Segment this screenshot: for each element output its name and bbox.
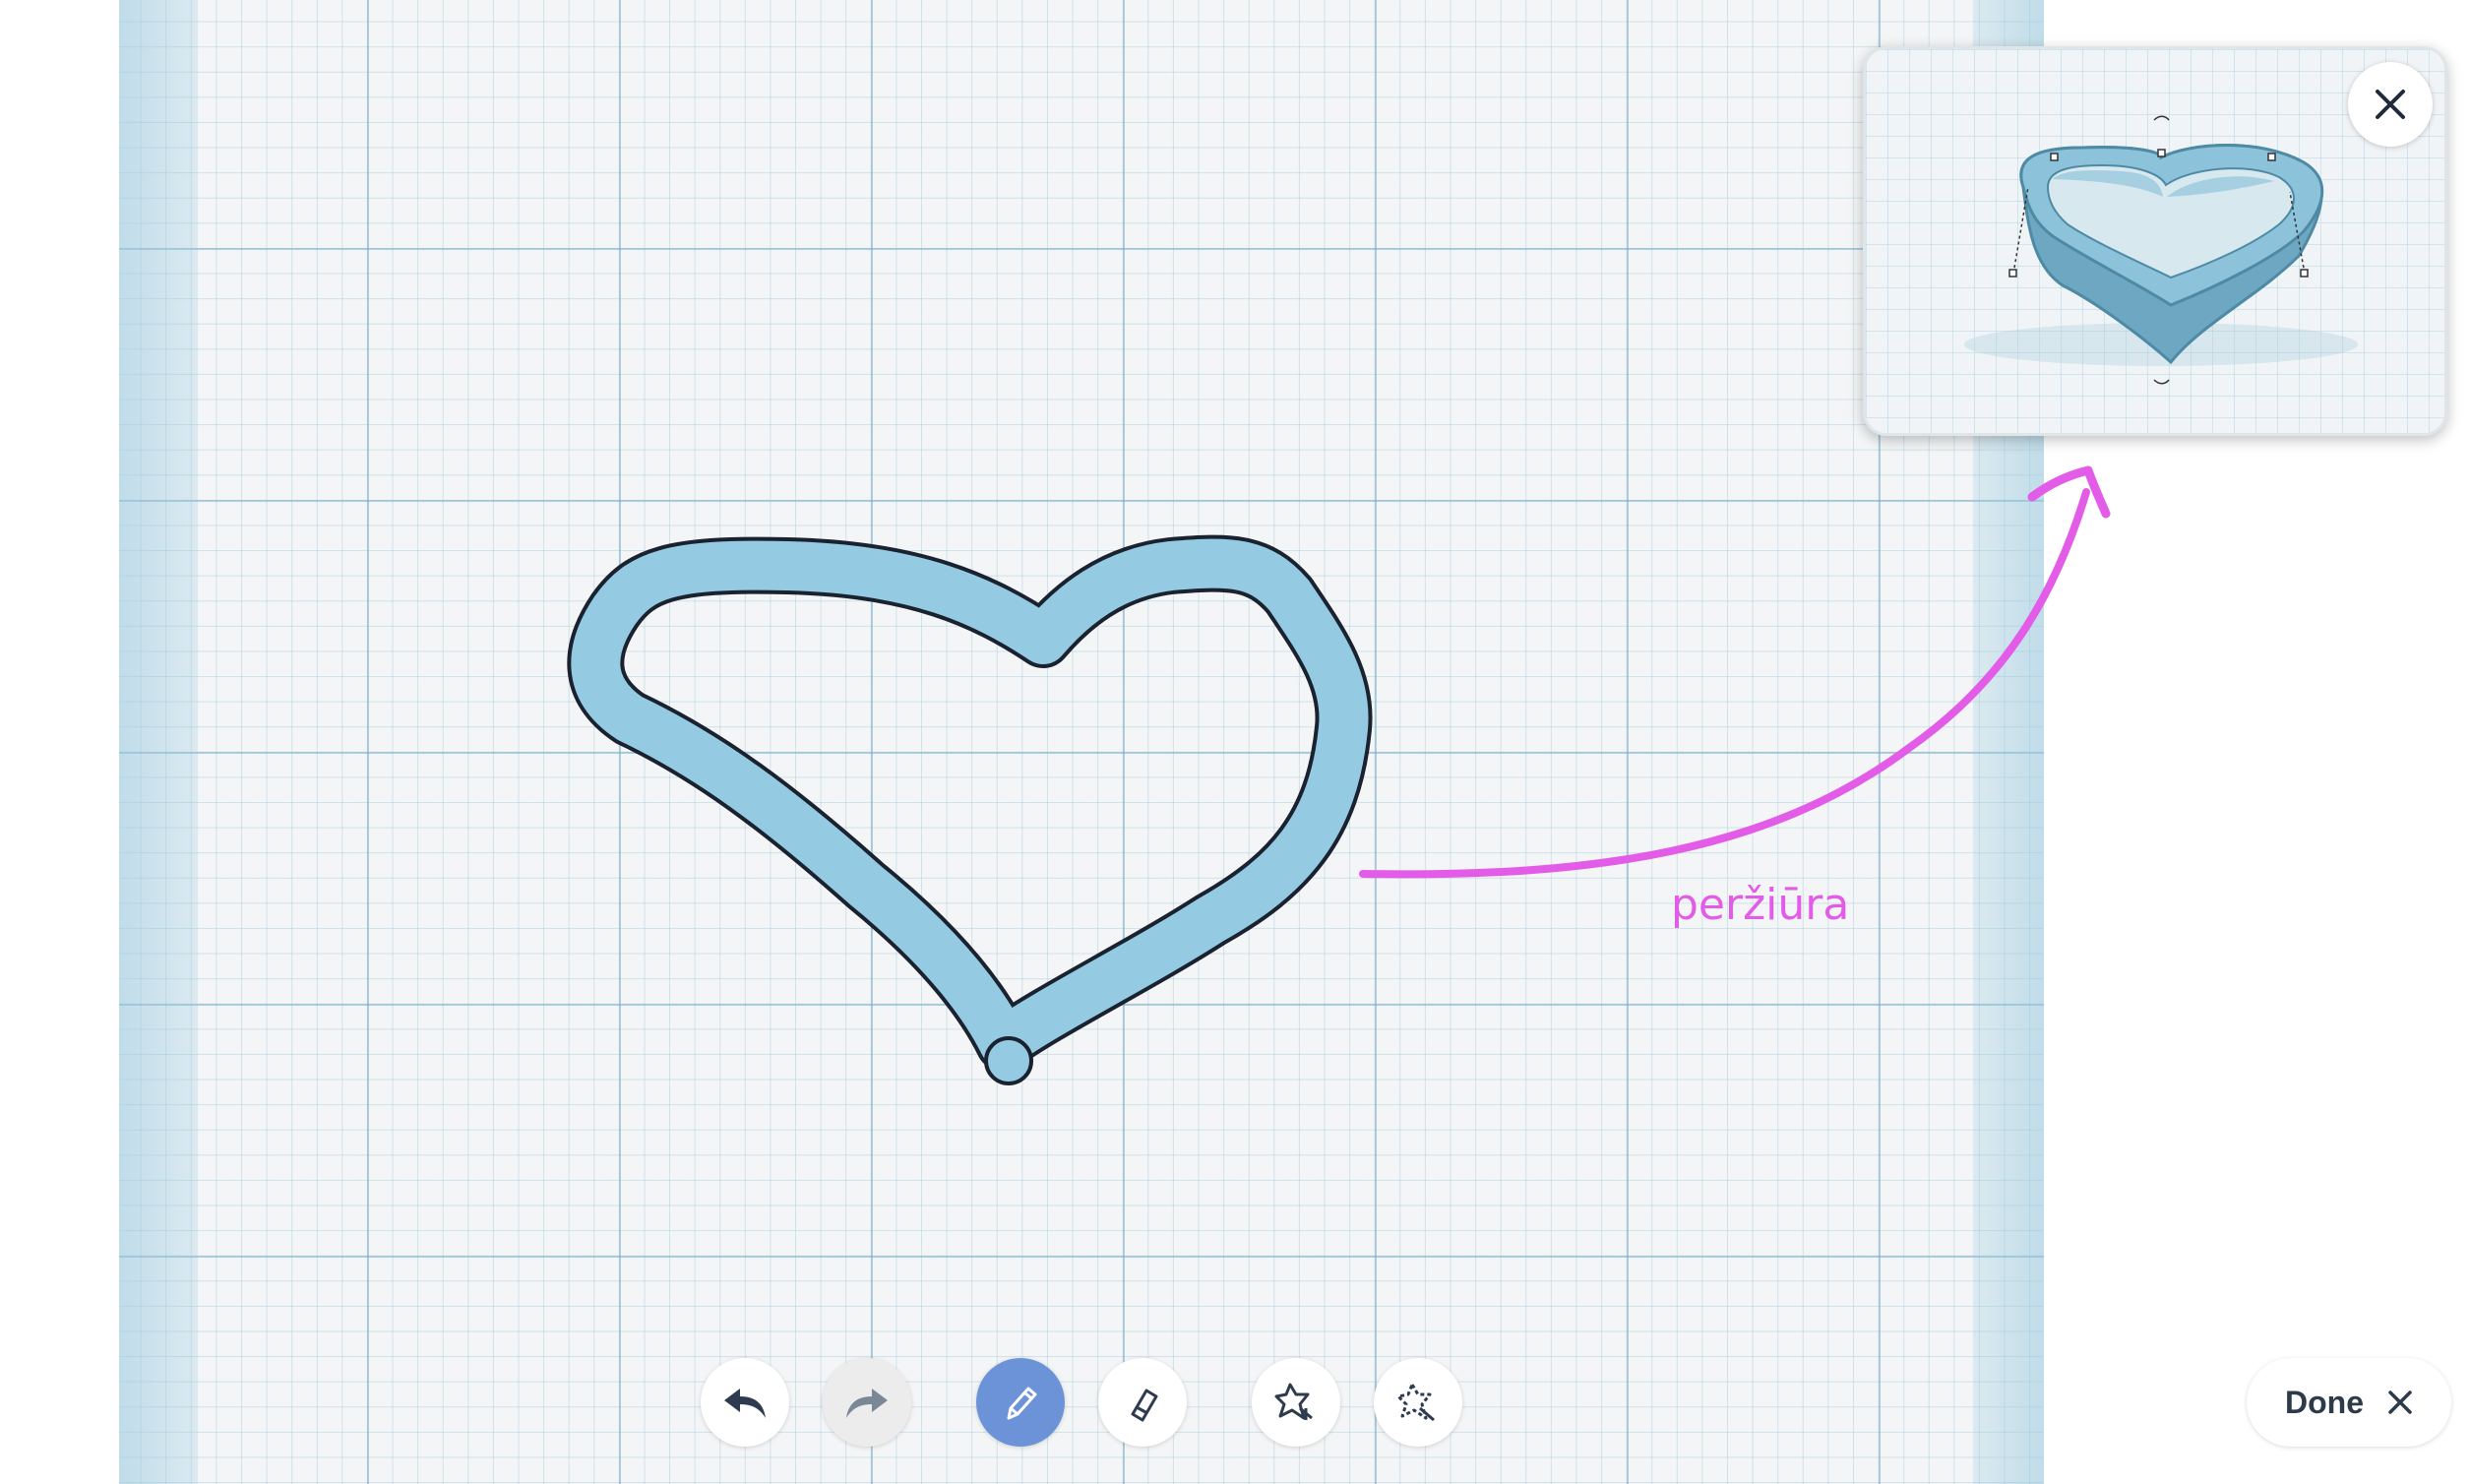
done-button[interactable]: Done bbox=[2247, 1358, 2451, 1447]
annotation-label: peržiūra bbox=[1671, 880, 1850, 930]
undo-button[interactable] bbox=[701, 1358, 789, 1447]
close-preview-button[interactable] bbox=[2348, 62, 2433, 147]
shape-remove-tool-button[interactable] bbox=[1374, 1358, 1462, 1447]
eraser-icon bbox=[1131, 1389, 1158, 1422]
pencil-tool-button[interactable] bbox=[976, 1358, 1065, 1447]
eraser-tool-button[interactable] bbox=[1098, 1358, 1187, 1447]
undo-icon bbox=[724, 1389, 766, 1418]
redo-icon bbox=[846, 1389, 888, 1418]
shape-remove-icon bbox=[1396, 1383, 1435, 1422]
close-icon bbox=[2388, 1391, 2412, 1414]
shape-add-tool-button[interactable] bbox=[1252, 1358, 1340, 1447]
shape-add-icon bbox=[1274, 1383, 1313, 1420]
redo-button[interactable] bbox=[823, 1358, 911, 1447]
done-label: Done bbox=[2285, 1384, 2364, 1420]
pencil-icon bbox=[1007, 1387, 1037, 1420]
close-icon bbox=[2376, 90, 2405, 119]
canvas-edge-shade-left bbox=[119, 0, 198, 1484]
drawing-canvas-grid[interactable] bbox=[119, 0, 2044, 1484]
